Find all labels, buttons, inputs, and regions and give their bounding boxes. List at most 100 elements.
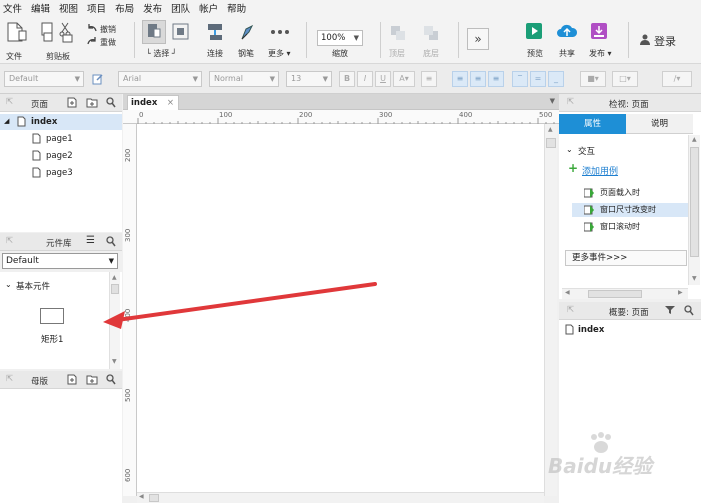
undo-button[interactable]: 撤销: [100, 24, 116, 35]
add-case-link[interactable]: 添加用例: [582, 164, 618, 177]
select-contain-icon[interactable]: [170, 21, 192, 46]
tab-properties[interactable]: 属性: [559, 114, 626, 134]
collapse-icon[interactable]: ⇱: [6, 97, 13, 107]
menu-account[interactable]: 帐户: [199, 1, 218, 15]
bring-to-front-icon[interactable]: [389, 24, 407, 45]
more-events-button[interactable]: 更多事件>>>: [565, 250, 687, 266]
list-button[interactable]: ≡: [421, 71, 437, 87]
font-select[interactable]: Arial ▼: [118, 71, 202, 87]
send-to-back-icon[interactable]: [422, 24, 440, 45]
rectangle-widget-icon[interactable]: [40, 308, 64, 324]
search-icon[interactable]: [684, 305, 694, 319]
scroll-up-icon[interactable]: ▲: [548, 126, 553, 133]
scroll-left-icon[interactable]: ◀: [565, 289, 570, 296]
preview-icon[interactable]: [525, 22, 543, 43]
more-icon[interactable]: [270, 28, 290, 38]
align-left-button[interactable]: ≡: [452, 71, 468, 87]
search-icon[interactable]: [106, 97, 116, 111]
italic-button[interactable]: I: [357, 71, 373, 87]
inspector-horizontal-scrollbar[interactable]: ◀ ▶: [562, 288, 688, 299]
align-center-button[interactable]: ≡: [470, 71, 486, 87]
align-middle-button[interactable]: =: [530, 71, 546, 87]
scroll-thumb[interactable]: [690, 147, 699, 257]
font-size-select[interactable]: 13 ▼: [286, 71, 332, 87]
new-file-icon[interactable]: [5, 21, 27, 46]
share-button[interactable]: 共享: [559, 48, 575, 59]
align-bottom-button[interactable]: _: [548, 71, 564, 87]
connect-icon[interactable]: [206, 22, 226, 45]
canvas-horizontal-scrollbar[interactable]: ◀: [137, 492, 544, 503]
tab-notes[interactable]: 说明: [626, 114, 693, 134]
collapse-icon[interactable]: ⇱: [567, 305, 574, 315]
collapse-icon[interactable]: ⇱: [6, 236, 13, 246]
event-page-load[interactable]: 页面载入时: [572, 186, 688, 200]
scroll-thumb[interactable]: [546, 138, 556, 148]
menu-view[interactable]: 视图: [59, 1, 78, 15]
preview-button[interactable]: 预览: [527, 48, 543, 59]
event-window-resize[interactable]: 窗口尺寸改变时: [572, 203, 688, 217]
collapse-icon[interactable]: ⇱: [6, 374, 13, 384]
add-folder-icon[interactable]: [86, 97, 98, 111]
line-color-button[interactable]: ∕▾: [662, 71, 692, 87]
filter-icon[interactable]: [665, 305, 676, 318]
inspector-vertical-scrollbar[interactable]: ▲ ▼: [688, 135, 700, 285]
font-color-button[interactable]: A▾: [393, 71, 415, 87]
expand-toolbar-button[interactable]: »: [467, 28, 489, 50]
tab-list-chevron-icon[interactable]: ▼: [550, 97, 555, 105]
scroll-right-icon[interactable]: ▶: [678, 289, 683, 296]
search-icon[interactable]: [106, 236, 116, 250]
scroll-thumb[interactable]: [149, 494, 159, 502]
zoom-select[interactable]: 100% ▼: [317, 30, 363, 46]
menu-icon[interactable]: ☰: [86, 235, 95, 246]
chevron-down-icon[interactable]: ⌄: [5, 280, 12, 289]
tree-item-page3[interactable]: page3: [0, 165, 122, 181]
align-top-button[interactable]: ‾: [512, 71, 528, 87]
menu-edit[interactable]: 编辑: [31, 1, 50, 15]
redo-icon[interactable]: [86, 36, 98, 49]
library-select[interactable]: Default ▼: [2, 253, 118, 269]
pen-icon[interactable]: [238, 22, 258, 45]
login-button[interactable]: 登录: [654, 33, 676, 49]
shadow-button[interactable]: □▾: [612, 71, 638, 87]
scroll-left-icon[interactable]: ◀: [139, 493, 144, 500]
close-icon[interactable]: ×: [167, 96, 174, 110]
fill-color-button[interactable]: ■▾: [580, 71, 606, 87]
menu-project[interactable]: 项目: [87, 1, 106, 15]
event-window-scroll[interactable]: 窗口滚动时: [572, 220, 688, 234]
undo-icon[interactable]: [86, 23, 98, 36]
add-page-icon[interactable]: [67, 97, 77, 111]
expand-triangle-icon[interactable]: ◢: [4, 117, 9, 125]
underline-button[interactable]: U: [375, 71, 391, 87]
scroll-down-icon[interactable]: ▼: [112, 358, 117, 365]
scroll-thumb[interactable]: [588, 290, 642, 298]
style-select[interactable]: Default ▼: [4, 71, 84, 87]
add-folder-icon[interactable]: [86, 374, 98, 388]
font-weight-select[interactable]: Normal ▼: [209, 71, 279, 87]
redo-button[interactable]: 重做: [100, 37, 116, 48]
publish-icon[interactable]: [590, 22, 608, 43]
menu-publish[interactable]: 发布: [143, 1, 162, 15]
outline-item-index[interactable]: index: [578, 325, 604, 335]
tree-item-page1[interactable]: page1: [0, 131, 122, 147]
collapse-icon[interactable]: ⇱: [567, 97, 574, 107]
cloud-upload-icon[interactable]: [556, 22, 578, 43]
menu-team[interactable]: 团队: [171, 1, 190, 15]
chevron-down-icon[interactable]: ⌄: [566, 145, 573, 154]
search-icon[interactable]: [106, 374, 116, 388]
tree-item-page2[interactable]: page2: [0, 148, 122, 164]
scroll-down-icon[interactable]: ▼: [692, 275, 697, 282]
menu-help[interactable]: 帮助: [227, 1, 246, 15]
add-master-icon[interactable]: [67, 374, 77, 388]
scroll-up-icon[interactable]: ▲: [692, 136, 697, 143]
more-button[interactable]: 更多 ▾: [268, 48, 291, 59]
menu-layout[interactable]: 布局: [115, 1, 134, 15]
tree-item-index[interactable]: ◢ index: [0, 114, 122, 130]
select-intersect-icon[interactable]: [142, 20, 166, 44]
style-edit-icon[interactable]: [92, 73, 104, 88]
menu-file[interactable]: 文件: [3, 1, 22, 15]
clipboard-icon[interactable]: [40, 21, 78, 46]
bold-button[interactable]: B: [339, 71, 355, 87]
align-right-button[interactable]: ≡: [488, 71, 504, 87]
tab-index[interactable]: index ×: [127, 95, 179, 110]
publish-button[interactable]: 发布 ▾: [589, 48, 612, 59]
